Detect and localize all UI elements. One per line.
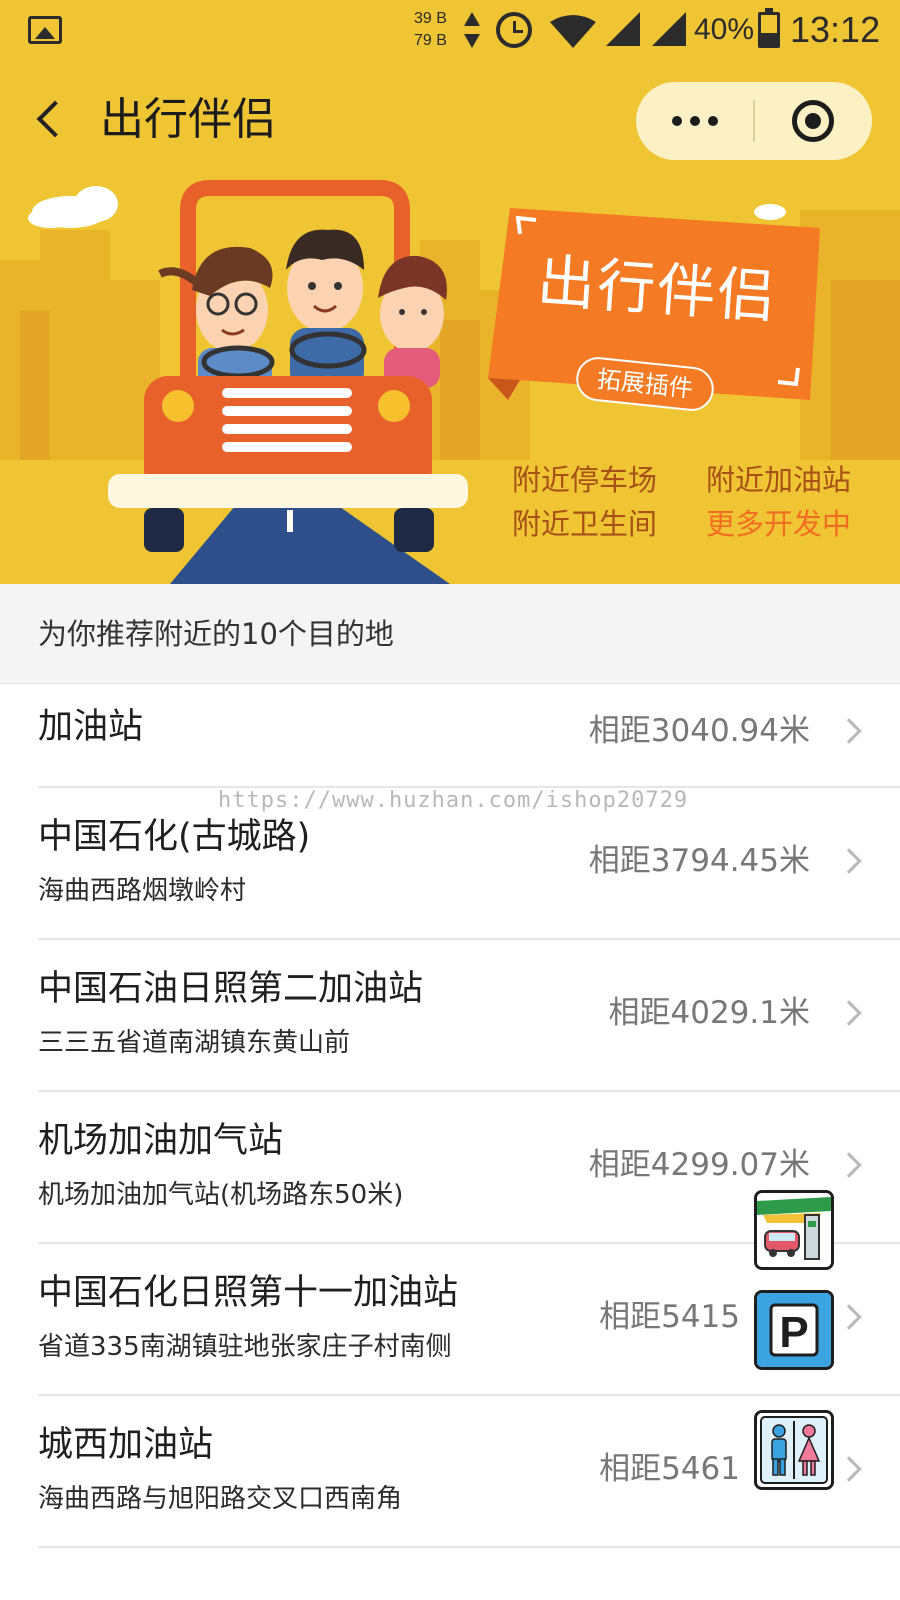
feature-gas-station: 附近加油站: [706, 463, 852, 497]
mini-program-capsule: [636, 82, 872, 160]
row-divider: [38, 1546, 900, 1548]
network-arrows-icon: [464, 12, 480, 48]
more-dots-icon: [672, 116, 682, 126]
battery-icon: [758, 8, 780, 48]
parking-button[interactable]: P: [754, 1290, 834, 1370]
wifi-icon: [550, 15, 596, 48]
net-down-speed: 79 B: [414, 32, 447, 49]
chevron-right-icon: [836, 848, 862, 874]
chevron-right-icon: [836, 1304, 862, 1330]
place-address: 机场加油加气站(机场路东50米): [38, 1180, 404, 1210]
more-button[interactable]: [636, 82, 754, 160]
signal-icon: [652, 12, 686, 46]
chevron-right-icon: [836, 1456, 862, 1482]
place-name: 机场加油加气站: [38, 1121, 284, 1161]
parking-letter: P: [779, 1308, 808, 1357]
net-up-speed: 39 B: [414, 10, 447, 27]
place-address: 海曲西路烟墩岭村: [38, 876, 247, 906]
watermark-text: https://www.huzhan.com/ishop20729: [218, 788, 689, 813]
status-time: 13:12: [790, 9, 881, 50]
feature-more-coming: 更多开发中: [706, 507, 852, 541]
place-distance: 相距5415: [599, 1299, 740, 1335]
chevron-left-icon: [36, 100, 74, 138]
image-icon: [28, 16, 62, 44]
battery-percent: 40%: [694, 13, 755, 46]
target-close-dot: [805, 113, 821, 129]
recommendation-header: 为你推荐附近的10个目的地: [0, 584, 900, 684]
place-distance: 相距3794.45米: [588, 843, 810, 879]
signal-icon: [606, 12, 640, 46]
place-name: 城西加油站: [38, 1425, 214, 1465]
place-address: 三三五省道南湖镇东黄山前: [38, 1028, 351, 1058]
restroom-button[interactable]: [754, 1410, 834, 1490]
chevron-right-icon: [836, 1152, 862, 1178]
place-address: 海曲西路与旭阳路交叉口西南角: [38, 1484, 403, 1514]
place-name: 中国石化日照第十一加油站: [38, 1273, 459, 1313]
gas-station-button[interactable]: [754, 1190, 834, 1270]
chevron-right-icon: [836, 1000, 862, 1026]
parking-icon: P: [757, 1293, 831, 1367]
status-bar: 39 B 79 B 40% 13:12: [0, 0, 900, 62]
restroom-icon: [757, 1413, 831, 1487]
header-banner: 39 B 79 B 40% 13:12 出行伴侣 出行伴侣 拓展插件 附近停车场…: [0, 0, 900, 584]
place-distance: 相距4299.07米: [588, 1147, 810, 1183]
more-dot: [708, 116, 718, 126]
place-name: 加油站: [38, 707, 144, 747]
feature-parking: 附近停车场: [512, 463, 658, 497]
app-screen: 39 B 79 B 40% 13:12 出行伴侣 出行伴侣 拓展插件 附近停车场…: [0, 0, 900, 1600]
alarm-icon: [496, 12, 532, 48]
feature-restroom: 附近卫生间: [512, 507, 658, 541]
more-dot: [690, 116, 700, 126]
chevron-right-icon: [836, 718, 862, 744]
network-speed: 39 B 79 B: [414, 8, 447, 52]
place-address: 省道335南湖镇驻地张家庄子村南侧: [38, 1332, 452, 1362]
back-button[interactable]: [28, 96, 76, 144]
recommendation-header-text: 为你推荐附近的10个目的地: [38, 617, 394, 651]
gas-station-icon: [757, 1193, 831, 1267]
list-item[interactable]: 加油站 相距3040.94米: [0, 684, 900, 788]
close-button[interactable]: [754, 82, 872, 160]
page-title: 出行伴侣: [100, 94, 276, 145]
place-distance: 相距4029.1米: [608, 995, 810, 1031]
place-distance: 相距3040.94米: [588, 713, 810, 749]
place-distance: 相距5461: [599, 1451, 740, 1487]
place-name: 中国石化(古城路): [38, 817, 311, 857]
list-item[interactable]: 中国石油日照第二加油站 三三五省道南湖镇东黄山前 相距4029.1米: [0, 940, 900, 1092]
place-name: 中国石油日照第二加油站: [38, 969, 424, 1009]
